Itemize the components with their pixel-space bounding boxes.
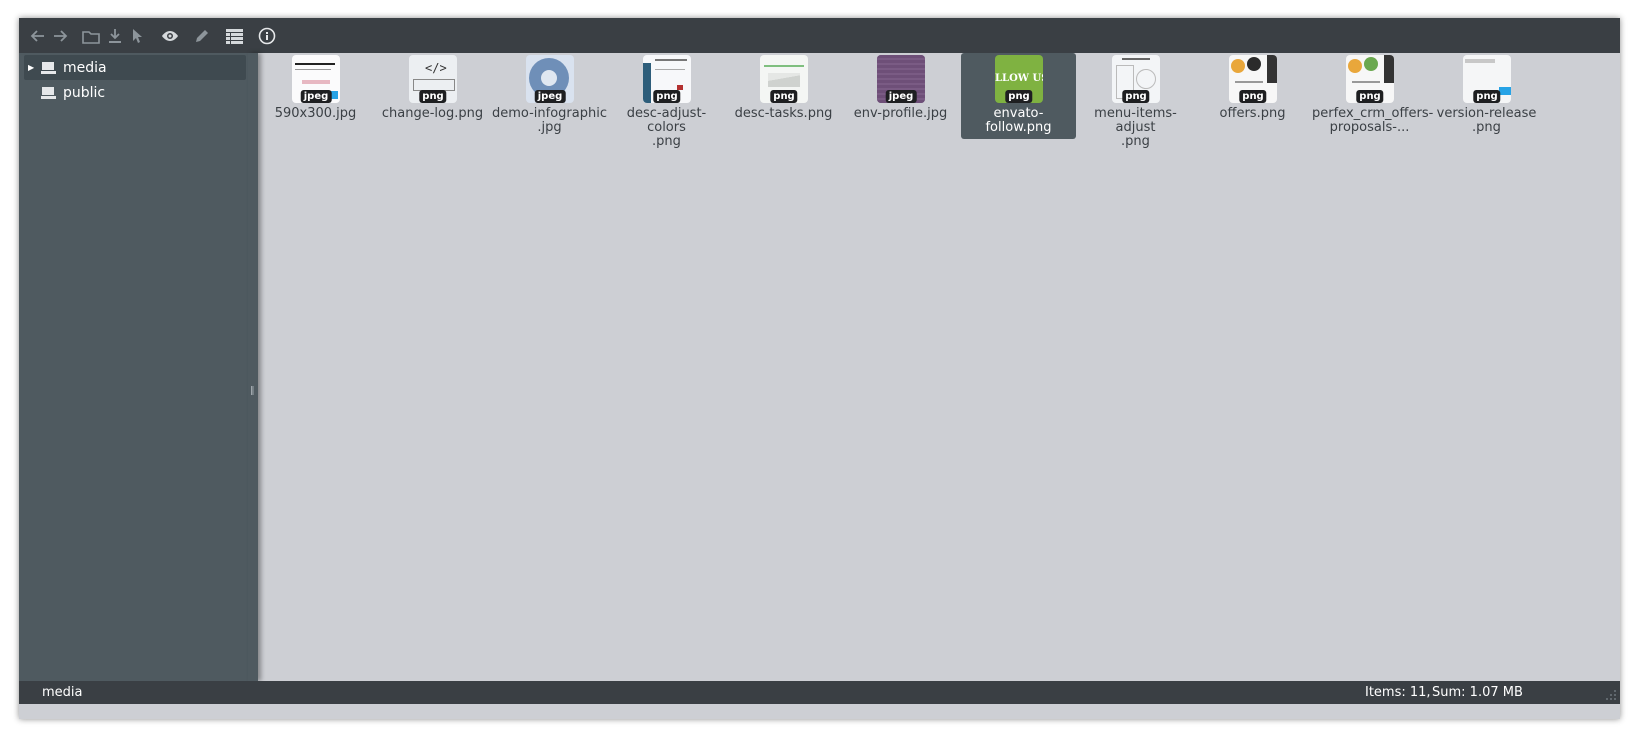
resize-grip-icon: ‖	[250, 386, 255, 396]
file-thumbnail: png	[1229, 55, 1277, 103]
file-item[interactable]: png desc-tasks.png	[726, 53, 841, 139]
file-type-badge: jpeg	[534, 90, 566, 103]
status-item-count: Items: 11,	[1365, 685, 1431, 700]
file-type-badge: jpeg	[885, 90, 917, 103]
file-name: 590x300.jpg	[274, 106, 357, 121]
file-name: desc-adjust-colors .png	[626, 106, 707, 149]
pencil-icon[interactable]	[191, 25, 213, 47]
forward-icon[interactable]	[49, 25, 71, 47]
drive-icon	[41, 86, 56, 99]
file-type-badge: png	[419, 90, 447, 103]
file-thumbnail: png	[1463, 55, 1511, 103]
file-grid: jpeg 590x300.jpg </> png change-log.png …	[258, 53, 1620, 681]
sidebar-item-label: public	[63, 84, 106, 101]
sidebar-item-public[interactable]: public	[24, 80, 105, 105]
folder-icon[interactable]	[80, 25, 102, 47]
sidebar-item-label: media	[63, 59, 107, 76]
file-item[interactable]: jpeg env-profile.jpg	[843, 53, 958, 139]
file-thumbnail: jpeg	[292, 55, 340, 103]
eye-icon[interactable]	[159, 25, 181, 47]
file-name: perfex_crm_offers-proposals-...	[1312, 106, 1434, 135]
file-thumbnail: png	[1112, 55, 1160, 103]
file-thumbnail: </> png	[409, 55, 457, 103]
file-thumbnail: LLOW US png	[995, 55, 1043, 103]
file-name: envato-follow.png	[985, 106, 1052, 135]
file-name: env-profile.jpg	[853, 106, 948, 121]
drive-icon	[41, 61, 56, 74]
file-thumbnail: png	[643, 55, 691, 103]
file-type-badge: png	[1473, 90, 1501, 103]
file-name: version-release .png	[1436, 106, 1537, 135]
file-name: desc-tasks.png	[734, 106, 833, 121]
back-icon[interactable]	[27, 25, 49, 47]
file-manager-window: ▶ media public ‖ jpeg 590x300.jpg </> pn…	[19, 18, 1620, 719]
expand-arrow-icon[interactable]: ▶	[28, 63, 38, 72]
download-icon[interactable]	[104, 25, 126, 47]
info-icon[interactable]	[256, 25, 278, 47]
file-type-badge: png	[1005, 90, 1033, 103]
file-name: menu-items-adjust .png	[1094, 106, 1177, 149]
file-thumbnail: png	[1346, 55, 1394, 103]
sidebar: ▶ media public	[19, 53, 248, 681]
file-type-badge: png	[770, 90, 798, 103]
file-item[interactable]: png menu-items-adjust .png	[1078, 53, 1193, 149]
status-path: media	[42, 685, 83, 700]
sidebar-item-media[interactable]: ▶ media	[24, 55, 246, 80]
toolbar	[19, 18, 1620, 53]
status-bar: media Items: 11, Sum: 1.07 MB	[19, 681, 1620, 704]
file-thumbnail: jpeg	[877, 55, 925, 103]
file-thumbnail: jpeg	[526, 55, 574, 103]
file-item[interactable]: png desc-adjust-colors .png	[609, 53, 724, 149]
select-pointer-icon[interactable]	[126, 25, 148, 47]
file-type-badge: png	[1356, 90, 1384, 103]
file-name: offers.png	[1219, 106, 1286, 121]
file-item[interactable]: png version-release .png	[1429, 53, 1544, 139]
file-type-badge: jpeg	[300, 90, 332, 103]
file-name: change-log.png	[381, 106, 484, 121]
file-type-badge: png	[1239, 90, 1267, 103]
sidebar-resize-handle[interactable]: ‖	[248, 53, 258, 681]
file-item[interactable]: jpeg 590x300.jpg	[258, 53, 373, 139]
status-size-sum: Sum: 1.07 MB	[1432, 685, 1523, 700]
file-name: demo-infographic .jpg	[492, 106, 607, 135]
file-item[interactable]: jpeg demo-infographic .jpg	[492, 53, 607, 139]
file-type-badge: png	[653, 90, 681, 103]
file-type-badge: png	[1122, 90, 1150, 103]
file-item[interactable]: </> png change-log.png	[375, 53, 490, 139]
window-resize-grip-icon[interactable]	[1606, 690, 1616, 700]
file-item[interactable]: png perfex_crm_offers-proposals-...	[1312, 53, 1434, 139]
file-item[interactable]: png offers.png	[1195, 53, 1310, 139]
file-thumbnail: png	[760, 55, 808, 103]
list-view-icon[interactable]	[223, 25, 245, 47]
file-item-selected[interactable]: LLOW US png envato-follow.png	[961, 53, 1076, 139]
